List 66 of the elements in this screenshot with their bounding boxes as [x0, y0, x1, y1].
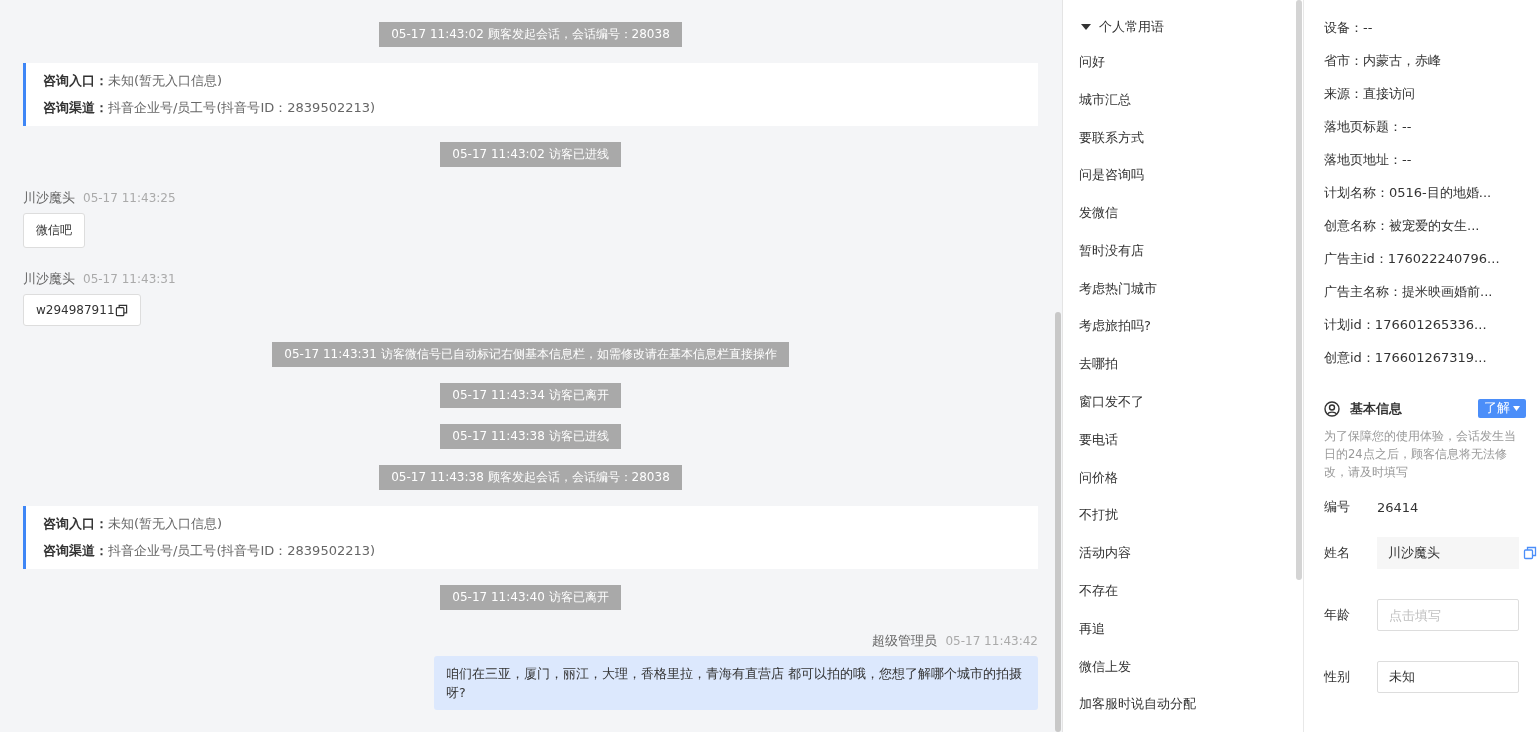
scrollbar-thumb[interactable]	[1055, 312, 1061, 732]
phrase-item[interactable]: 去哪拍	[1079, 354, 1296, 393]
phrase-item[interactable]: 不打扰	[1079, 505, 1296, 544]
detail-line: 广告主名称：提米映画婚前...	[1324, 283, 1494, 301]
phrase-item[interactable]: 考虑旅拍吗?	[1079, 316, 1296, 355]
field-label: 姓名	[1324, 544, 1351, 562]
input-field[interactable]: 未知	[1377, 661, 1519, 693]
phrase-item[interactable]: 再追	[1079, 618, 1296, 657]
inquiry-line: 咨询入口：未知(暂无入口信息)	[43, 72, 224, 90]
sender-name: 超级管理员	[872, 632, 938, 650]
system-notice: 05-17 11:43:38 访客已进线	[440, 424, 621, 449]
system-notice: 05-17 11:43:40 访客已离开	[440, 585, 621, 610]
caret-icon	[1081, 22, 1091, 32]
message-text: w294987911	[36, 303, 115, 317]
phrase-item[interactable]: 要联系方式	[1079, 127, 1296, 166]
input-field[interactable]: 点击填写	[1377, 599, 1519, 631]
system-notice: 05-17 11:43:02 访客已进线	[440, 142, 621, 167]
phrase-item[interactable]: 问好	[1079, 52, 1296, 90]
scrollbar-thumb[interactable]	[1296, 0, 1302, 580]
detail-line: 创意id：176601267319...	[1324, 349, 1488, 367]
message-bubble: 咱们在三亚，厦门，丽江，大理，香格里拉，青海有直营店 都可以拍的哦，您想了解哪个城市的拍摄呀?	[434, 656, 1038, 710]
phrase-item[interactable]: 加客服时说自动分配	[1079, 694, 1296, 732]
sender-name: 川沙魔头	[23, 189, 75, 207]
field-label: 性别	[1324, 668, 1351, 686]
field-value: 26414	[1377, 499, 1419, 515]
phrase-item[interactable]: 问价格	[1079, 467, 1296, 506]
system-notice: 05-17 11:43:31 访客微信号已自动标记右侧基本信息栏，如需修改请在基本信息栏直接操作	[272, 342, 789, 367]
message-time: 05-17 11:43:25	[83, 191, 176, 205]
detail-line: 落地页标题：--	[1324, 118, 1413, 136]
info-note: 为了保障您的使用体验，会话发生当日的24点之后，顾客信息将无法修改，请及时填写	[1324, 428, 1517, 481]
detail-line: 省市：内蒙古，赤峰	[1324, 52, 1442, 70]
sender-name: 川沙魔头	[23, 270, 75, 288]
detail-line: 计划id：176601265336...	[1324, 316, 1488, 334]
phrase-item[interactable]: 窗口发不了	[1079, 392, 1296, 430]
system-notice: 05-17 11:43:34 访客已离开	[440, 383, 621, 408]
phrase-item[interactable]: 要电话	[1079, 429, 1296, 468]
phrase-item[interactable]: 考虑热门城市	[1079, 278, 1296, 317]
phrase-item[interactable]: 暂时没有店	[1079, 240, 1296, 279]
name-field[interactable]: 川沙魔头	[1377, 537, 1519, 569]
message-time: 05-17 11:43:31	[83, 272, 176, 286]
copy-icon[interactable]	[114, 303, 128, 317]
message-text: 微信吧	[36, 222, 72, 239]
inquiry-line: 咨询入口：未知(暂无入口信息)	[43, 515, 224, 533]
detail-line: 来源：直接访问	[1324, 85, 1416, 103]
section-title: 基本信息	[1350, 399, 1403, 418]
phrase-item[interactable]: 城市汇总	[1079, 89, 1296, 128]
field-label: 编号	[1324, 498, 1351, 516]
inquiry-line: 咨询渠道：抖音企业号/员工号(抖音号ID：2839502213)	[43, 542, 377, 560]
detail-line: 创意名称：被宠爱的女生...	[1324, 217, 1481, 235]
inquiry-line: 咨询渠道：抖音企业号/员工号(抖音号ID：2839502213)	[43, 99, 377, 117]
phrase-item[interactable]: 不存在	[1079, 580, 1296, 619]
user-circle-icon	[1324, 400, 1340, 417]
caret-icon	[1513, 406, 1520, 411]
detail-line: 计划名称：0516-目的地婚...	[1324, 184, 1493, 202]
detail-line: 设备：--	[1324, 19, 1374, 37]
phrase-group-header[interactable]: 个人常用语	[1081, 18, 1296, 36]
detail-line: 落地页地址：--	[1324, 151, 1413, 169]
phrase-item[interactable]: 活动内容	[1079, 543, 1296, 581]
system-notice: 05-17 11:43:02 顾客发起会话，会话编号：28038	[379, 22, 682, 47]
field-label: 年龄	[1324, 606, 1351, 624]
phrase-item[interactable]: 发微信	[1079, 203, 1296, 241]
detail-line: 广告主id：176022240796...	[1324, 250, 1501, 268]
phrase-item[interactable]: 问是咨询吗	[1079, 165, 1296, 204]
system-notice: 05-17 11:43:38 顾客发起会话，会话编号：28038	[379, 465, 682, 490]
phrase-item[interactable]: 微信上发	[1079, 656, 1296, 695]
message-time: 05-17 11:43:42	[945, 634, 1038, 648]
